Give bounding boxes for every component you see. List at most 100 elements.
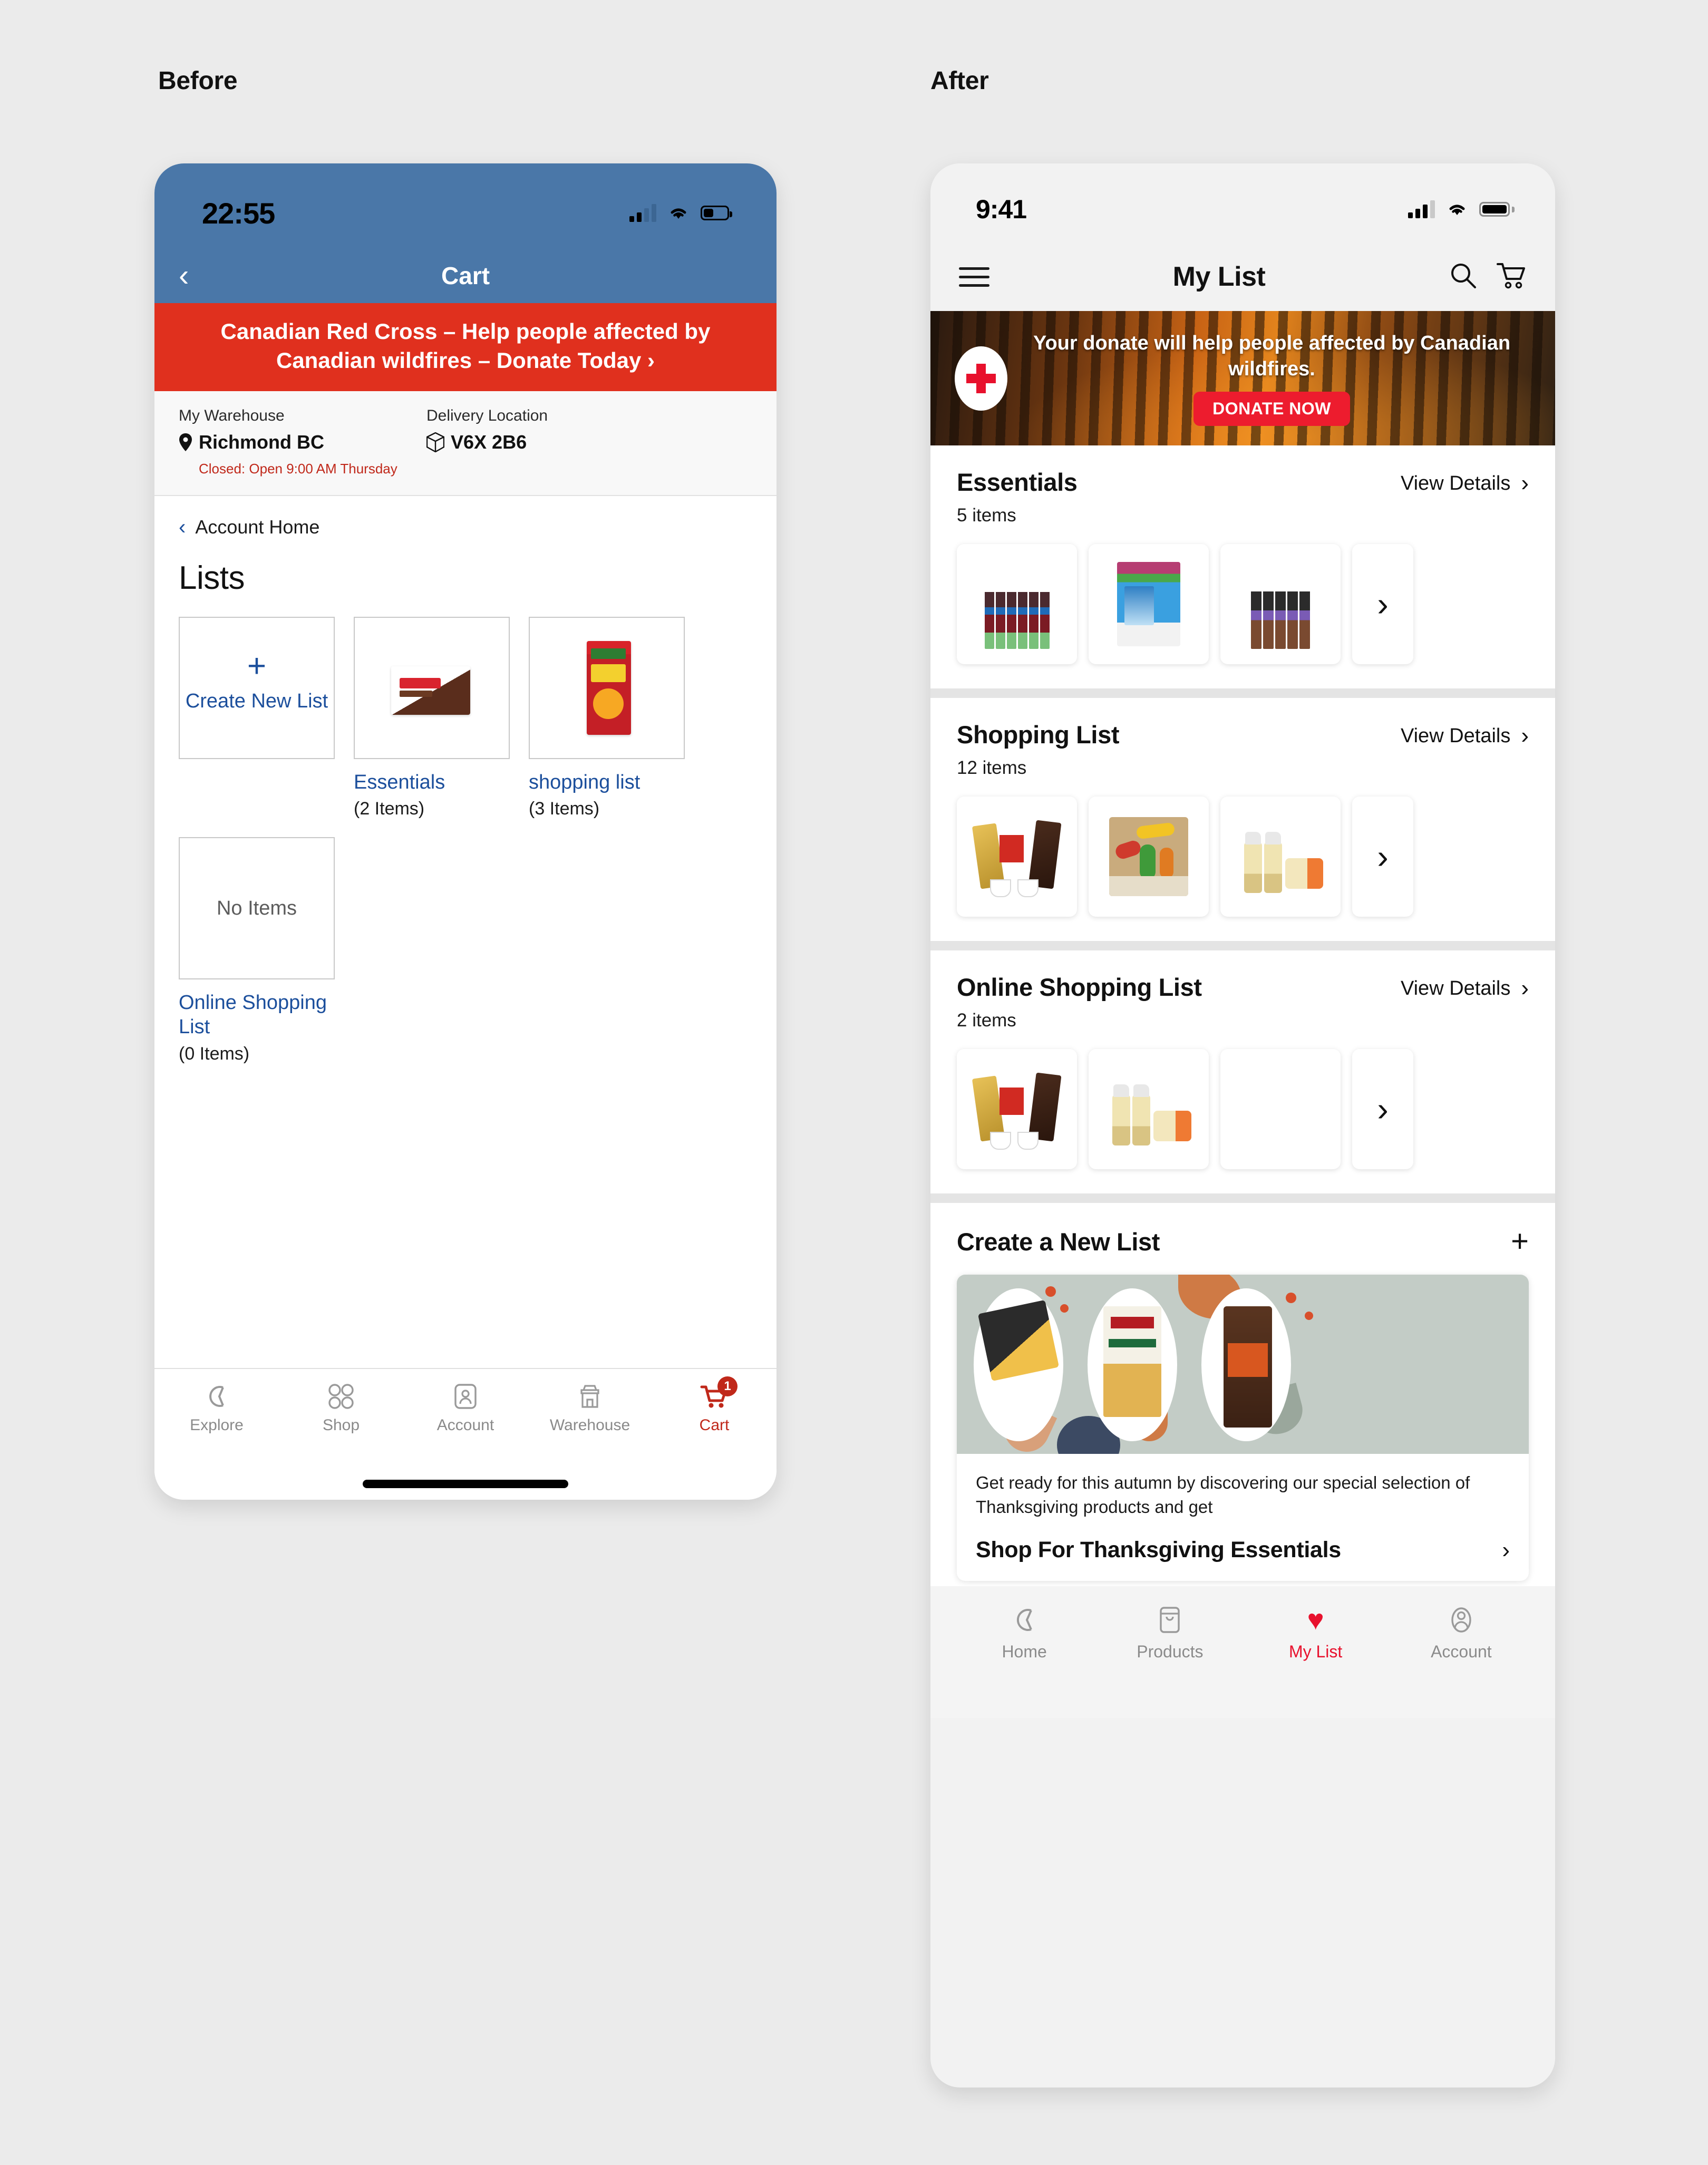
home-indicator <box>363 1480 568 1488</box>
list-card[interactable]: shopping list (3 Items) <box>529 616 685 820</box>
delivery-location-value: V6X 2B6 <box>451 431 527 453</box>
tab-label: Account <box>436 1416 494 1434</box>
search-icon[interactable] <box>1449 261 1478 293</box>
donate-banner-text: Your donate will help people affected by… <box>1033 332 1511 380</box>
location-pin-icon <box>179 433 192 451</box>
breadcrumb-account-home[interactable]: ‹ Account Home <box>179 496 752 543</box>
battery-icon <box>701 206 732 220</box>
product-thumbnail[interactable] <box>1220 797 1341 917</box>
my-warehouse-block[interactable]: My Warehouse Richmond BC Closed: Open 9:… <box>179 407 426 477</box>
tab-label: Products <box>1137 1642 1204 1662</box>
plus-icon: + <box>247 648 267 684</box>
list-card-name: Online Shopping List <box>179 992 327 1038</box>
kirkland-pecans-thumbnail <box>1224 1306 1272 1428</box>
section-item-count: 5 items <box>957 505 1016 526</box>
donate-now-button[interactable]: DONATE NOW <box>1193 392 1350 426</box>
cart-icon[interactable] <box>1496 261 1527 293</box>
tab-explore[interactable]: Explore <box>154 1382 279 1434</box>
thanksgiving-promo-card[interactable]: Get ready for this autumn by discovering… <box>957 1275 1529 1581</box>
status-bar: 9:41 <box>930 163 1555 242</box>
product-thumbnail[interactable] <box>1220 544 1341 664</box>
create-new-list-label: Create New List <box>185 690 328 713</box>
almond-breeze-box-thumbnail <box>1117 562 1180 646</box>
tab-products[interactable]: Products <box>1097 1605 1243 1662</box>
products-bag-icon <box>1158 1605 1181 1635</box>
section-divider <box>930 688 1555 698</box>
tab-home[interactable]: Home <box>952 1605 1097 1662</box>
section-divider <box>930 941 1555 950</box>
list-card-count: (2 Items) <box>354 799 425 819</box>
store-icon <box>577 1382 603 1411</box>
cellular-signal-icon <box>629 204 656 222</box>
next-products-button[interactable]: › <box>1352 797 1413 917</box>
red-cross-banner[interactable]: Canadian Red Cross – Help people affecte… <box>154 303 777 391</box>
product-thumbnail[interactable] <box>1089 544 1209 664</box>
before-phone-mockup: 22:55 ‹ Cart Canadian Red Cross – Help p… <box>154 163 777 1500</box>
product-thumbnail-row[interactable]: › <box>957 797 1529 917</box>
list-sections-scroll[interactable]: Essentials 5 items View Details › › Shop… <box>930 445 1555 1587</box>
chevron-right-icon: › <box>1521 470 1529 496</box>
thanksgiving-cta[interactable]: Shop For Thanksgiving Essentials › <box>976 1537 1510 1563</box>
cellular-signal-icon <box>1408 200 1435 218</box>
warehouse-status-note: Closed: Open 9:00 AM Thursday <box>199 460 397 477</box>
my-warehouse-label: My Warehouse <box>179 406 285 424</box>
view-details-link[interactable]: View Details › <box>1401 472 1529 495</box>
froot-loops-box-thumbnail <box>575 638 638 738</box>
after-caption: After <box>930 67 989 95</box>
tab-account[interactable]: Account <box>403 1382 528 1434</box>
product-thumbnail[interactable] <box>1089 1049 1209 1169</box>
hamburger-icon[interactable] <box>959 261 989 293</box>
status-time: 9:41 <box>976 195 1027 224</box>
my-warehouse-value: Richmond BC <box>199 431 324 453</box>
view-details-link[interactable]: View Details › <box>1401 724 1529 747</box>
costco-c-icon <box>203 1382 230 1411</box>
tab-label: Explore <box>190 1416 244 1434</box>
product-thumbnail[interactable] <box>957 797 1077 917</box>
create-new-list-title: Create a New List <box>957 1227 1160 1256</box>
premier-protein-box-thumbnail <box>382 648 482 727</box>
page-title: My List <box>1172 261 1266 292</box>
account-avatar-icon <box>1449 1605 1474 1635</box>
product-thumbnail-row[interactable]: › <box>957 544 1529 664</box>
tab-my-list[interactable]: ♥ My List <box>1243 1605 1389 1662</box>
tab-cart[interactable]: 1 Cart <box>652 1376 777 1434</box>
nav-title: Cart <box>441 261 490 289</box>
section-item-count: 12 items <box>957 758 1027 778</box>
tab-shop[interactable]: Shop <box>279 1382 403 1434</box>
account-card-icon <box>454 1382 477 1411</box>
product-thumbnail[interactable] <box>957 1049 1077 1169</box>
lists-grid-row-2: No Items Online Shopping List (0 Items) <box>179 837 752 1064</box>
tab-account[interactable]: Account <box>1389 1605 1534 1662</box>
thanksgiving-description: Get ready for this autumn by discovering… <box>976 1473 1470 1517</box>
tab-warehouse[interactable]: Warehouse <box>528 1382 652 1434</box>
product-thumbnail-placeholder <box>1220 1049 1341 1169</box>
nellies-laundry-spray-thumbnail <box>1236 812 1325 901</box>
bottom-tab-bar: Home Products ♥ My List Account <box>930 1586 1555 1719</box>
product-thumbnail-row[interactable]: › <box>957 1049 1529 1169</box>
list-card[interactable]: No Items Online Shopping List (0 Items) <box>179 837 335 1064</box>
chevron-right-icon: › <box>1377 838 1389 876</box>
delivery-location-block[interactable]: Delivery Location V6X 2B6 <box>426 407 548 477</box>
list-card-name: Essentials <box>354 771 445 793</box>
tab-label: Warehouse <box>549 1416 630 1434</box>
view-details-link[interactable]: View Details › <box>1401 977 1529 1000</box>
costco-c-icon <box>1010 1605 1039 1635</box>
package-box-icon <box>426 432 444 452</box>
list-section-shopping-list: Shopping List 12 items View Details › › <box>930 698 1555 941</box>
product-thumbnail[interactable] <box>1089 797 1209 917</box>
create-new-list-card[interactable]: + Create New List <box>179 616 335 820</box>
list-card[interactable]: Essentials (2 Items) <box>354 616 510 820</box>
page-title: Lists <box>179 559 245 596</box>
create-new-list-row[interactable]: Create a New List + <box>957 1226 1529 1257</box>
status-time: 22:55 <box>202 196 275 230</box>
plus-icon[interactable]: + <box>1511 1226 1529 1257</box>
donate-banner[interactable]: Your donate will help people affected by… <box>930 311 1555 445</box>
next-products-button[interactable]: › <box>1352 544 1413 664</box>
comparison-stage: Before After 22:55 ‹ Cart Canadian Red C… <box>0 0 1708 2165</box>
after-phone-mockup: 9:41 My List Your donate will help peopl… <box>930 163 1555 2088</box>
product-thumbnail[interactable] <box>957 544 1077 664</box>
cart-badge: 1 <box>717 1376 737 1396</box>
next-products-button[interactable]: › <box>1352 1049 1413 1169</box>
tab-label: Cart <box>699 1416 730 1434</box>
warehouse-info-bar: My Warehouse Richmond BC Closed: Open 9:… <box>154 391 777 496</box>
